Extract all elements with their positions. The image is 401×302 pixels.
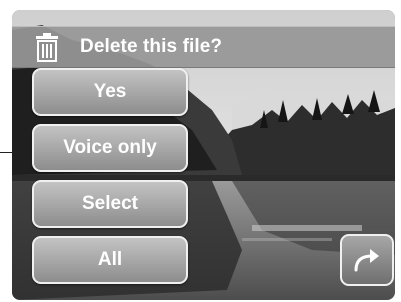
dialog-title: Delete this file? [80,36,223,57]
all-button[interactable]: All [32,236,188,284]
select-button[interactable]: Select [32,180,188,228]
yes-button-label: Yes [93,81,127,102]
return-button[interactable] [340,234,394,286]
all-button-label: All [97,249,123,270]
camera-screen: Delete this file? Yes Voice only Select … [12,10,395,300]
dialog-header: Delete this file? [12,26,395,68]
select-button-label: Select [82,193,138,214]
return-arrow-icon [354,249,379,272]
trash-icon [36,33,58,62]
voice-only-button-label: Voice only [63,137,157,158]
yes-button[interactable]: Yes [32,68,188,116]
callout-line [0,152,12,153]
voice-only-button[interactable]: Voice only [32,124,188,172]
